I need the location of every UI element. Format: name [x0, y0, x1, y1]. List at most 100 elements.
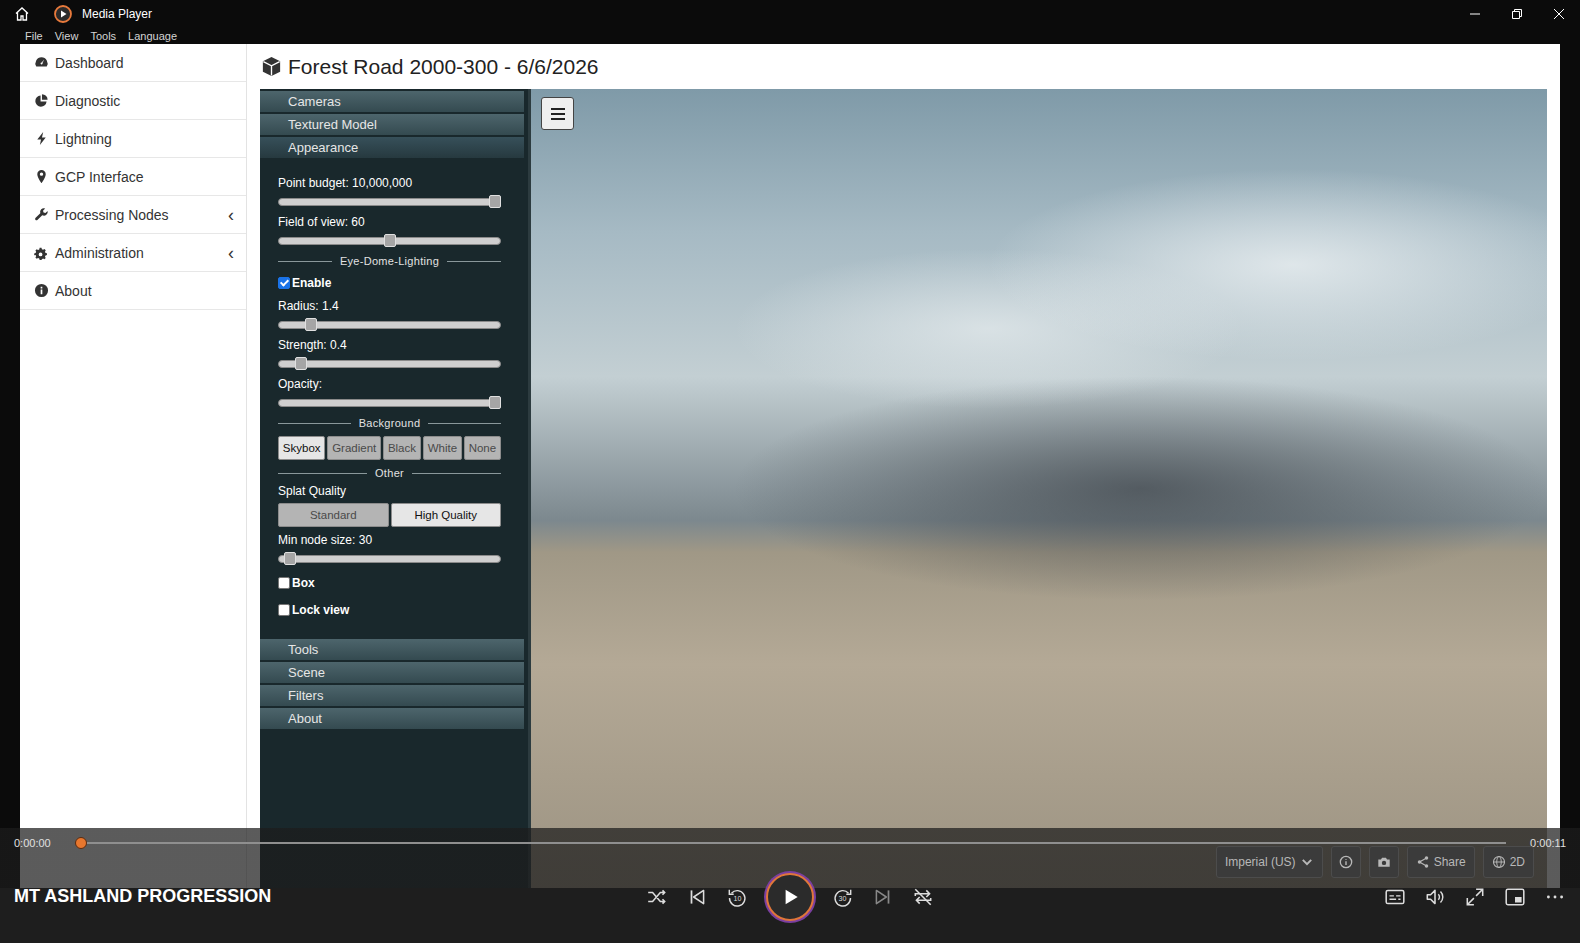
button-group: StandardHigh Quality: [278, 501, 501, 529]
slider-label: Radius: 1.4: [278, 299, 501, 314]
shuffle-icon[interactable]: [646, 886, 668, 908]
option-button[interactable]: Black: [383, 436, 421, 460]
more-icon[interactable]: [1544, 886, 1566, 908]
info-button[interactable]: [1331, 846, 1361, 878]
repeat-icon[interactable]: [912, 886, 934, 908]
volume-icon[interactable]: [1424, 886, 1446, 908]
menu-item[interactable]: File: [25, 30, 43, 42]
view-mode-button[interactable]: 2D: [1483, 846, 1534, 878]
section-header[interactable]: About: [260, 708, 524, 729]
option-button[interactable]: High Quality: [391, 503, 502, 527]
checkbox-row[interactable]: Box: [278, 572, 501, 594]
home-icon[interactable]: [14, 6, 30, 22]
checkbox[interactable]: [278, 604, 290, 616]
captions-icon[interactable]: [1384, 886, 1406, 908]
expand-arrow[interactable]: ‹: [228, 206, 234, 224]
option-button[interactable]: Skybox: [278, 436, 325, 460]
sidebar-label: Diagnostic: [55, 93, 120, 109]
option-button[interactable]: Gradient: [327, 436, 381, 460]
divider-label: Eye-Dome-Lighting: [340, 255, 439, 267]
units-dropdown[interactable]: Imperial (US): [1216, 846, 1323, 878]
play-button[interactable]: [766, 873, 814, 921]
restore-button[interactable]: [1496, 0, 1538, 28]
slider-row: Strength: 0.4: [278, 338, 501, 371]
camera-icon: [1377, 855, 1391, 869]
sidebar-item[interactable]: Lightning: [20, 120, 246, 158]
slider[interactable]: [278, 316, 501, 332]
slider[interactable]: [278, 355, 501, 371]
slider-knob[interactable]: [284, 552, 296, 565]
slider[interactable]: [278, 232, 501, 248]
option-button[interactable]: White: [423, 436, 462, 460]
lightning-icon: [34, 131, 49, 146]
slider[interactable]: [278, 193, 501, 209]
menu-item[interactable]: Tools: [90, 30, 116, 42]
info-icon: [1339, 855, 1353, 869]
minimize-button[interactable]: [1454, 0, 1496, 28]
slider-knob[interactable]: [489, 396, 501, 409]
expand-arrow[interactable]: ‹: [228, 244, 234, 262]
sidebar-item[interactable]: Processing Nodes‹: [20, 196, 246, 234]
sidebar: Dashboard Diagnostic LightningGCP Interfac…: [20, 44, 247, 943]
info-icon: [34, 283, 49, 298]
view-mode-label: 2D: [1510, 855, 1525, 869]
sidebar-item[interactable]: GCP Interface: [20, 158, 246, 196]
option-button[interactable]: None: [464, 436, 501, 460]
fullscreen-icon[interactable]: [1464, 886, 1486, 908]
sidebar-label: Dashboard: [55, 55, 124, 71]
menu-item[interactable]: Language: [128, 30, 177, 42]
section-header[interactable]: Appearance: [260, 137, 524, 158]
wrench-icon: [34, 207, 49, 222]
option-button[interactable]: Standard: [278, 503, 389, 527]
checkbox[interactable]: [278, 577, 290, 589]
page-title-text: Forest Road 2000-300 - 6/6/2026: [288, 55, 599, 79]
slider[interactable]: [278, 550, 501, 566]
slider-label: Point budget: 10,000,000: [278, 176, 501, 191]
menu-item[interactable]: View: [55, 30, 79, 42]
slider-knob[interactable]: [295, 357, 307, 370]
skip-forward-icon[interactable]: 30: [832, 886, 854, 908]
sidebar-item[interactable]: Diagnostic: [20, 82, 246, 120]
menu-bar: File View Tools Language: [0, 28, 1580, 44]
share-button[interactable]: Share: [1407, 846, 1475, 878]
checkbox-row[interactable]: Enable: [278, 272, 501, 294]
3d-scene-view[interactable]: Imperial (US) Share 2D: [531, 89, 1547, 888]
section-header[interactable]: Filters: [260, 685, 524, 706]
slider[interactable]: [278, 394, 501, 410]
slider-knob[interactable]: [384, 234, 396, 247]
slider-row: Field of view: 60: [278, 215, 501, 248]
slider-track: [278, 198, 501, 206]
sidebar-item[interactable]: About: [20, 272, 246, 310]
sidebar-item[interactable]: Administration‹: [20, 234, 246, 272]
appearance-settings: Point budget: 10,000,000 Field of view: 6…: [260, 159, 528, 638]
close-icon: [1554, 9, 1564, 19]
pie-chart-icon: [34, 93, 49, 108]
section-header[interactable]: Textured Model: [260, 114, 524, 135]
slider-row: Opacity:: [278, 377, 501, 410]
section-header[interactable]: Cameras: [260, 91, 524, 112]
checkbox[interactable]: [278, 277, 290, 289]
slider-track: [278, 555, 501, 563]
menu-button[interactable]: [541, 97, 574, 130]
seek-thumb[interactable]: [75, 837, 87, 849]
previous-icon[interactable]: [686, 886, 708, 908]
checkbox-label: Enable: [292, 276, 331, 290]
mini-player-icon[interactable]: [1504, 886, 1526, 908]
slider-track: [278, 360, 501, 368]
slider-knob[interactable]: [489, 195, 501, 208]
section-header[interactable]: Scene: [260, 662, 524, 683]
sidebar-item[interactable]: Dashboard: [20, 44, 246, 82]
checkbox-row[interactable]: Lock view: [278, 599, 501, 621]
skip-back-icon[interactable]: 10: [726, 886, 748, 908]
title-bar: Media Player: [0, 0, 1580, 28]
duration: 0:00:11: [1530, 837, 1566, 849]
next-icon[interactable]: [872, 886, 894, 908]
close-button[interactable]: [1538, 0, 1580, 28]
slider-row: Radius: 1.4: [278, 299, 501, 332]
section-header[interactable]: Tools: [260, 639, 524, 660]
minimize-icon: [1470, 9, 1480, 19]
section-divider: Eye-Dome-Lighting: [278, 254, 501, 268]
globe-icon: [1492, 855, 1506, 869]
slider-knob[interactable]: [305, 318, 317, 331]
screenshot-button[interactable]: [1369, 846, 1399, 878]
